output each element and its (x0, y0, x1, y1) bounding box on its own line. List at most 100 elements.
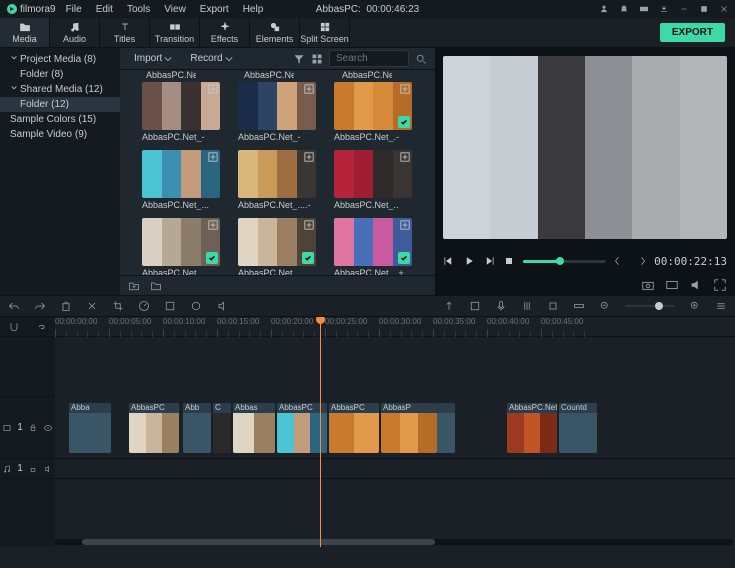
search-input[interactable] (329, 50, 409, 67)
media-thumbnail[interactable] (142, 82, 220, 130)
timeline-ruler[interactable]: 00:00:00:0000:00:05:0000:00:10:0000:00:1… (55, 317, 735, 337)
timeline-clip[interactable]: AbbasPC.Net (507, 403, 557, 453)
tab-transition[interactable]: Transition (150, 18, 200, 47)
snapshot-icon[interactable] (641, 278, 655, 292)
menu-tools[interactable]: Tools (127, 4, 150, 15)
stop-icon[interactable] (503, 255, 515, 267)
media-thumbnail[interactable] (238, 218, 316, 266)
media-thumbnail[interactable] (142, 150, 220, 198)
link-icon[interactable] (35, 321, 47, 333)
new-folder-icon[interactable] (128, 280, 140, 292)
mute-icon[interactable] (43, 464, 53, 474)
progress-bar[interactable] (523, 260, 606, 263)
timeline-clip[interactable]: AbbasP (381, 403, 437, 453)
media-thumbnail[interactable] (334, 218, 412, 266)
add-icon[interactable] (304, 220, 314, 230)
menu-edit[interactable]: Edit (96, 4, 113, 15)
timeline-clip[interactable]: C (213, 403, 231, 453)
maximize-icon[interactable] (699, 4, 709, 14)
add-icon[interactable] (400, 220, 410, 230)
play-icon[interactable] (463, 255, 475, 267)
keyboard-icon[interactable] (639, 4, 649, 14)
zoom-slider[interactable] (625, 305, 675, 307)
video-track[interactable]: AbbaAbbasPCAbbCAbbasAbbasPCAbbasPCAbbasP… (55, 397, 735, 459)
zoom-out-icon[interactable] (599, 300, 611, 312)
lock-icon[interactable] (28, 423, 38, 433)
audio-icon[interactable] (216, 300, 228, 312)
crop-icon[interactable] (112, 300, 124, 312)
grid-view-icon[interactable] (311, 53, 323, 65)
render-icon[interactable] (469, 300, 481, 312)
marker-icon[interactable] (443, 300, 455, 312)
add-icon[interactable] (400, 152, 410, 162)
manage-tracks-icon[interactable] (715, 300, 727, 312)
timeline-scrollbar[interactable] (55, 539, 733, 545)
media-thumbnail[interactable] (334, 150, 412, 198)
mark-in-icon[interactable] (614, 255, 626, 267)
add-icon[interactable] (208, 84, 218, 94)
timeline-clip[interactable]: Abba (69, 403, 111, 453)
undo-icon[interactable] (8, 300, 20, 312)
mic-icon[interactable] (495, 300, 507, 312)
export-button[interactable]: EXPORT (660, 23, 725, 42)
redo-icon[interactable] (34, 300, 46, 312)
add-icon[interactable] (208, 220, 218, 230)
record-button[interactable]: Record (184, 51, 238, 66)
timeline-clip[interactable]: AbbasPC (329, 403, 379, 453)
menu-file[interactable]: File (66, 4, 82, 15)
add-icon[interactable] (400, 84, 410, 94)
minimize-icon[interactable] (679, 4, 689, 14)
mark-out-icon[interactable] (634, 255, 646, 267)
timeline-clip[interactable]: Abb (183, 403, 211, 453)
sidebar-item[interactable]: Shared Media (12) (0, 82, 120, 97)
volume-icon[interactable] (689, 278, 703, 292)
tab-effects[interactable]: Effects (200, 18, 250, 47)
delete-icon[interactable] (60, 300, 72, 312)
timeline-clip[interactable] (437, 403, 455, 453)
magnet-icon[interactable] (8, 321, 20, 333)
media-thumbnail[interactable] (238, 82, 316, 130)
menu-help[interactable]: Help (243, 4, 264, 15)
quality-icon[interactable] (665, 278, 679, 292)
timeline-body[interactable]: 00:00:00:0000:00:05:0000:00:10:0000:00:1… (55, 317, 735, 547)
tab-elements[interactable]: Elements (250, 18, 300, 47)
download-icon[interactable] (659, 4, 669, 14)
timeline-clip[interactable]: Abbas (233, 403, 275, 453)
audio-track[interactable] (55, 459, 735, 479)
fullscreen-icon[interactable] (713, 278, 727, 292)
menu-export[interactable]: Export (200, 4, 229, 15)
prev-frame-icon[interactable] (443, 255, 455, 267)
freeze-icon[interactable] (547, 300, 559, 312)
close-icon[interactable] (719, 4, 729, 14)
timeline-clip[interactable]: Countd (559, 403, 597, 453)
mixer-icon[interactable] (521, 300, 533, 312)
filter-icon[interactable] (293, 53, 305, 65)
speed-icon[interactable] (138, 300, 150, 312)
timeline-clip[interactable]: AbbasPC (129, 403, 179, 453)
add-icon[interactable] (208, 152, 218, 162)
playhead[interactable] (320, 317, 321, 547)
next-frame-icon[interactable] (483, 255, 495, 267)
media-thumbnail[interactable] (238, 150, 316, 198)
tab-titles[interactable]: Titles (100, 18, 150, 47)
search-icon[interactable] (415, 53, 427, 65)
tab-audio[interactable]: Audio (50, 18, 100, 47)
lock-icon[interactable] (28, 464, 38, 474)
sidebar-item[interactable]: Sample Video (9) (0, 127, 120, 142)
sidebar-item[interactable]: Folder (12) (0, 97, 120, 112)
eye-icon[interactable] (43, 423, 53, 433)
user-icon[interactable] (599, 4, 609, 14)
notification-icon[interactable] (619, 4, 629, 14)
preview-monitor[interactable] (443, 56, 727, 239)
tab-media[interactable]: Media (0, 18, 50, 47)
media-thumbnail[interactable] (142, 218, 220, 266)
sidebar-item[interactable]: Sample Colors (15) (0, 112, 120, 127)
split-icon[interactable] (86, 300, 98, 312)
add-icon[interactable] (304, 152, 314, 162)
color-icon[interactable] (164, 300, 176, 312)
add-icon[interactable] (304, 84, 314, 94)
sidebar-item[interactable]: Folder (8) (0, 67, 120, 82)
sidebar-item[interactable]: Project Media (8) (0, 52, 120, 67)
green-screen-icon[interactable] (190, 300, 202, 312)
import-button[interactable]: Import (128, 51, 178, 66)
